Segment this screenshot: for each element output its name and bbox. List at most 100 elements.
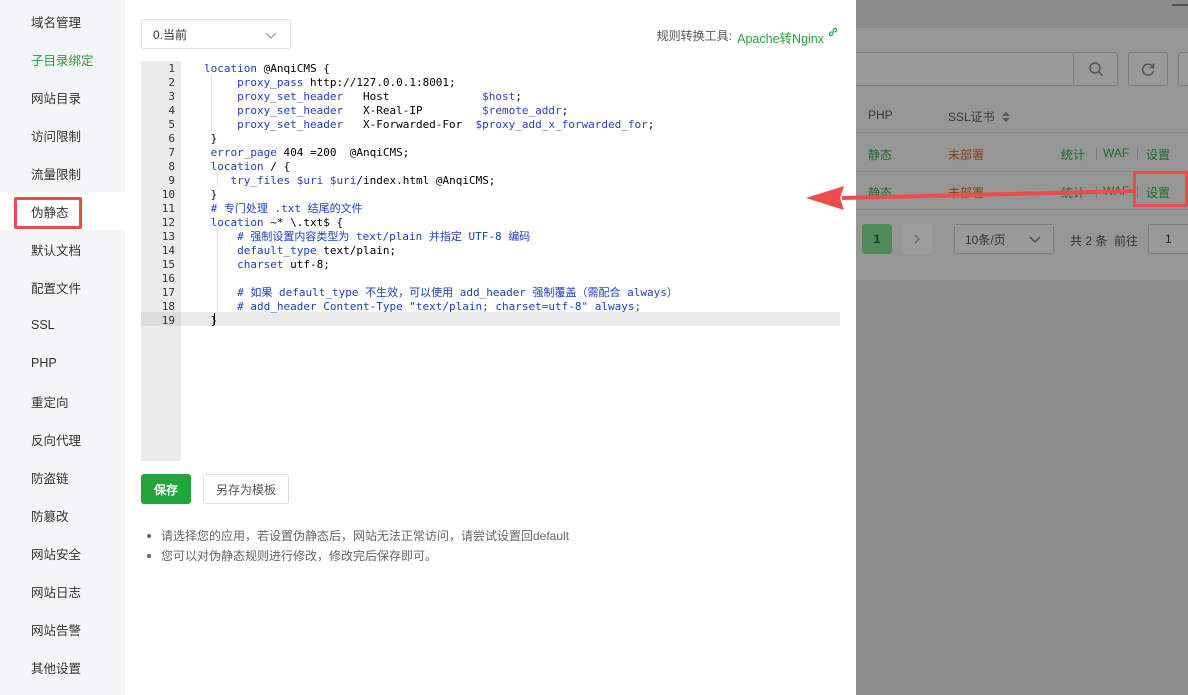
sidebar-item-traffic-limit[interactable]: 流量限制 xyxy=(0,154,125,192)
background-refresh-button xyxy=(1128,52,1168,86)
rewrite-highlight-box xyxy=(14,197,82,229)
sidebar-item-subdirectory[interactable]: 子目录绑定 xyxy=(0,40,125,78)
line-number: 6 xyxy=(168,132,175,145)
settings-highlight-box xyxy=(1133,171,1188,207)
pagination-current-page: 1 xyxy=(862,224,892,254)
line-number: 2 xyxy=(168,76,175,89)
sidebar-item-site-directory[interactable]: 网站目录 xyxy=(0,78,125,116)
active-line-highlight xyxy=(181,312,840,326)
tip-item: 您可以对伪静态规则进行修改，修改完后保存即可。 xyxy=(147,548,569,568)
code-line: try_files $uri $uri/index.html @AnqiCMS; xyxy=(230,174,496,187)
code-line: } xyxy=(204,188,218,201)
sidebar-item-config-file[interactable]: 配置文件 xyxy=(0,268,125,306)
line-number: 10 xyxy=(161,188,175,201)
external-link-icon[interactable] xyxy=(827,26,839,38)
line-number: 13 xyxy=(161,230,175,243)
code-line: # 强制设置内容类型为 text/plain 并指定 UTF-8 编码 xyxy=(237,230,531,243)
line-number: 19 xyxy=(161,314,175,327)
sidebar-item-default-doc[interactable]: 默认文档 xyxy=(0,230,125,268)
line-number: 14 xyxy=(161,244,175,257)
line-number: 16 xyxy=(161,272,175,285)
rule-convert-label: 规则转换工具: xyxy=(656,29,732,43)
line-number: 5 xyxy=(168,118,175,131)
annotation-arrow-icon xyxy=(806,186,1136,210)
code-line: proxy_set_header X-Forwarded-For $proxy_… xyxy=(237,118,655,131)
line-number: 12 xyxy=(161,216,175,229)
pagination-page-size: 10条/页 xyxy=(954,224,1054,254)
chevron-right-icon xyxy=(914,234,920,244)
line-number: 8 xyxy=(168,160,175,173)
background-topline xyxy=(1172,4,1188,6)
row-php-value: 静态 xyxy=(868,148,893,162)
code-line: } xyxy=(204,314,218,327)
rewrite-template-select[interactable]: 0.当前 xyxy=(141,19,291,49)
rewrite-panel: 0.当前 规则转换工具: Apache转Nginx 1 2 3 4 5 6 7 … xyxy=(125,0,856,695)
background-column-php: PHP xyxy=(868,108,893,122)
code-line: error_page 404 =200 @AnqiCMS; xyxy=(210,146,410,159)
save-button[interactable]: 保存 xyxy=(141,474,191,504)
search-icon xyxy=(1088,62,1103,76)
pagination-goto-input: 1 xyxy=(1148,224,1188,254)
refresh-icon xyxy=(1141,63,1155,76)
row-waf-link: WAF xyxy=(1103,146,1130,160)
row-stats-link: 统计 xyxy=(1061,148,1086,162)
sidebar-item-redirect[interactable]: 重定向 xyxy=(0,382,125,420)
sidebar-item-domain[interactable]: 域名管理 xyxy=(0,2,125,40)
sidebar-item-ssl[interactable]: SSL xyxy=(0,306,125,344)
select-value: 0.当前 xyxy=(153,27,188,42)
line-number: 9 xyxy=(168,174,175,187)
line-number: 3 xyxy=(168,90,175,103)
background-search-input xyxy=(856,52,1074,86)
sidebar-item-tamper-proof[interactable]: 防篡改 xyxy=(0,496,125,534)
sidebar-item-site-alert[interactable]: 网站告警 xyxy=(0,610,125,648)
code-line: } xyxy=(204,132,218,145)
line-number: 7 xyxy=(168,146,175,159)
tips-list: 请选择您的应用，若设置伪静态后，网站无法正常访问，请尝试设置回default 您… xyxy=(147,528,569,568)
line-number: 18 xyxy=(161,300,175,313)
settings-sidebar: 域名管理 子目录绑定 网站目录 访问限制 流量限制 伪静态 默认文档 配置文件 … xyxy=(0,0,125,695)
sidebar-item-site-log[interactable]: 网站日志 xyxy=(0,572,125,610)
row-ssl-value: 未部署 xyxy=(948,148,985,162)
background-site-list: PHP SSL证书 静态 未部署 统计 WAF 设置 静态 未部署 统计 WAF… xyxy=(856,0,1188,695)
code-line: # 如果 default_type 不生效，可以使用 add_header 强制… xyxy=(237,286,678,299)
sidebar-item-hotlink[interactable]: 防盗链 xyxy=(0,458,125,496)
line-number: 11 xyxy=(161,202,175,215)
sort-icon xyxy=(1002,112,1011,122)
apache-to-nginx-link[interactable]: Apache转Nginx xyxy=(737,28,824,47)
code-line: proxy_set_header Host $host; xyxy=(237,90,522,103)
code-line: # 专门处理 .txt 结尾的文件 xyxy=(210,202,363,215)
sidebar-item-other-settings[interactable]: 其他设置 xyxy=(0,648,125,686)
sidebar-item-php[interactable]: PHP xyxy=(0,344,125,382)
line-number: 15 xyxy=(161,258,175,271)
save-as-template-button[interactable]: 另存为模板 xyxy=(203,474,289,504)
code-line: default_type text/plain; xyxy=(237,244,397,257)
pagination-total: 共 2 条 前往 xyxy=(1070,234,1139,248)
separator xyxy=(1137,148,1138,160)
code-line: location / { xyxy=(210,160,291,173)
text-cursor xyxy=(214,313,215,325)
code-line: charset utf-8; xyxy=(237,258,330,271)
table-divider xyxy=(856,132,1188,133)
line-number: 4 xyxy=(168,104,175,117)
line-number: 17 xyxy=(161,286,175,299)
sidebar-item-site-security[interactable]: 网站安全 xyxy=(0,534,125,572)
code-line: location @AnqiCMS { xyxy=(204,62,330,75)
background-search-button xyxy=(1074,52,1118,86)
background-column-ssl: SSL证书 xyxy=(948,108,1011,125)
background-more-button xyxy=(1178,52,1188,86)
tip-item: 请选择您的应用，若设置伪静态后，网站无法正常访问，请尝试设置回default xyxy=(147,528,569,548)
background-topbar xyxy=(856,0,1188,28)
sidebar-item-access-limit[interactable]: 访问限制 xyxy=(0,116,125,154)
separator xyxy=(1096,148,1097,160)
code-line: proxy_set_header X-Real-IP $remote_addr; xyxy=(237,104,569,117)
pagination-next-button xyxy=(902,224,932,254)
code-line: proxy_pass http://127.0.0.1:8001; xyxy=(237,76,456,89)
chevron-down-icon xyxy=(265,32,277,39)
code-line: location ~* \.txt$ { xyxy=(210,216,344,229)
row-settings-link: 设置 xyxy=(1146,148,1171,162)
sidebar-item-reverse-proxy[interactable]: 反向代理 xyxy=(0,420,125,458)
code-line: # add_header Content-Type "text/plain; c… xyxy=(237,300,642,313)
line-number: 1 xyxy=(168,62,175,75)
chevron-down-icon xyxy=(1029,236,1041,243)
rewrite-code-editor[interactable]: 1 2 3 4 5 6 7 8 9 10 11 12 13 14 15 16 1… xyxy=(141,61,840,461)
